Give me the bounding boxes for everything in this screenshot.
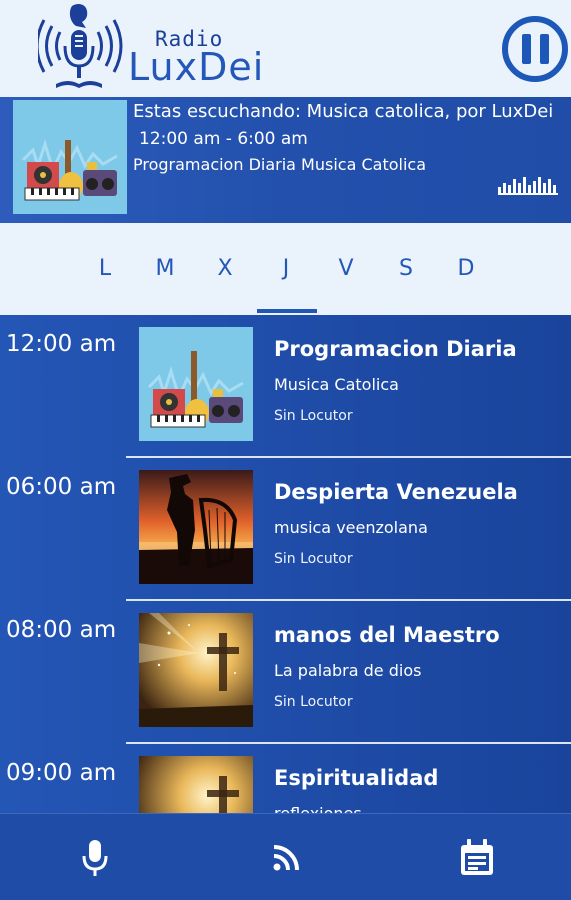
instruments-thumbnail xyxy=(13,100,127,214)
cross-light-image xyxy=(139,613,253,727)
tab-day-d[interactable]: D xyxy=(446,256,486,281)
nav-live-button[interactable] xyxy=(73,836,117,880)
tab-day-x[interactable]: X xyxy=(205,256,245,281)
slot-time: 08:00 am xyxy=(6,617,117,643)
program-subtitle: reflexiones xyxy=(274,804,362,813)
program-subtitle: La palabra de dios xyxy=(274,661,422,680)
pause-icon xyxy=(521,34,531,64)
bottom-navigation xyxy=(0,813,571,900)
now-playing-time: 12:00 am - 6:00 am xyxy=(139,129,308,149)
app-header: Radio LuxDei xyxy=(0,0,571,97)
cross-light-image xyxy=(139,756,253,813)
nav-schedule-button[interactable] xyxy=(455,836,499,880)
now-playing-panel[interactable]: Estas escuchando: Musica catolica, por L… xyxy=(0,97,571,223)
harp-player-sunset-image xyxy=(139,470,253,584)
logo-name-text: LuxDei xyxy=(128,45,265,89)
day-tabs: L M X J V S D xyxy=(0,223,571,315)
now-playing-program: Programacion Diaria Musica Catolica xyxy=(133,155,426,174)
program-card[interactable]: Programacion Diaria Musica Catolica Sin … xyxy=(126,315,571,457)
program-host: Sin Locutor xyxy=(274,694,353,710)
program-title: Programacion Diaria xyxy=(274,337,517,361)
program-title: Espiritualidad xyxy=(274,766,439,790)
now-playing-title: Estas escuchando: Musica catolica, por L… xyxy=(133,101,554,122)
program-host: Sin Locutor xyxy=(274,408,353,424)
calendar-icon xyxy=(461,839,493,875)
radio-microphone-logo-icon xyxy=(38,3,123,88)
equalizer-icon xyxy=(498,177,558,195)
slot-time: 12:00 am xyxy=(6,331,117,357)
program-card[interactable]: Espiritualidad reflexiones xyxy=(126,744,571,813)
pause-button[interactable] xyxy=(502,16,568,82)
program-card[interactable]: manos del Maestro La palabra de dios Sin… xyxy=(126,601,571,743)
rss-icon xyxy=(273,845,299,871)
nav-feed-button[interactable] xyxy=(264,836,308,880)
tab-day-s[interactable]: S xyxy=(386,256,426,281)
program-title: Despierta Venezuela xyxy=(274,480,518,504)
microphone-icon xyxy=(82,840,108,876)
program-title: manos del Maestro xyxy=(274,623,500,647)
selected-tab-indicator xyxy=(257,309,317,313)
program-host: Sin Locutor xyxy=(274,551,353,567)
tab-day-l[interactable]: L xyxy=(85,256,125,281)
tab-day-m[interactable]: M xyxy=(145,256,185,281)
slot-time: 06:00 am xyxy=(6,474,117,500)
slot-time: 09:00 am xyxy=(6,760,117,786)
schedule-list[interactable]: 12:00 am Programacion Diaria Musica Cato… xyxy=(0,315,571,813)
program-subtitle: Musica Catolica xyxy=(274,375,399,394)
tab-day-j[interactable]: J xyxy=(266,256,306,281)
program-card[interactable]: Despierta Venezuela musica veenzolana Si… xyxy=(126,458,571,600)
instruments-image xyxy=(139,327,253,441)
program-subtitle: musica veenzolana xyxy=(274,518,428,537)
tab-day-v[interactable]: V xyxy=(326,256,366,281)
pause-icon xyxy=(539,34,549,64)
